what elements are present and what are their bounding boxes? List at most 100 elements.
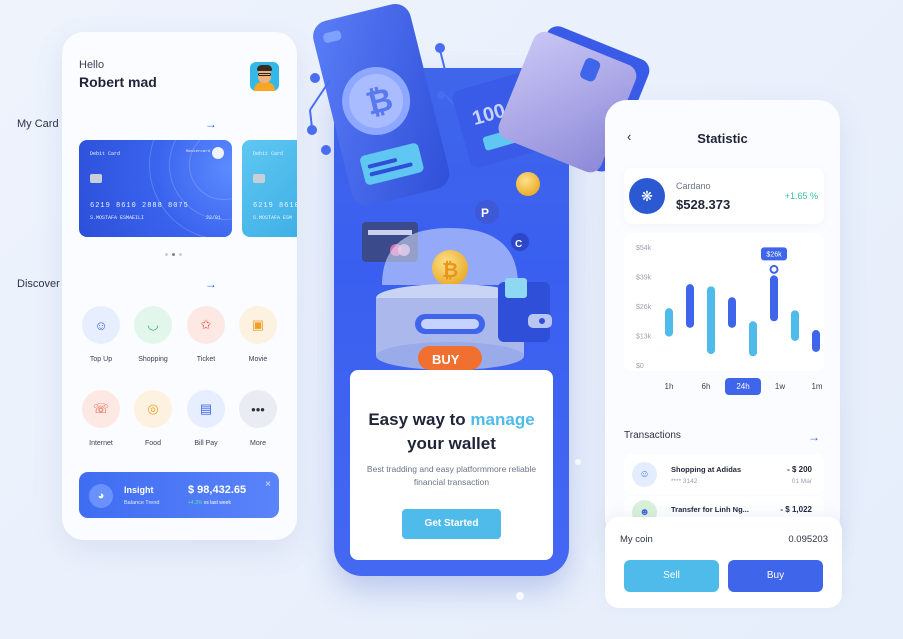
transaction-item[interactable]: ☺ Shopping at Adidas **** 3142 - $ 200 0…	[624, 454, 824, 494]
chart-bar	[707, 286, 715, 355]
pie-chart-icon: ◕	[89, 484, 113, 508]
transactions-arrow-icon[interactable]: →	[808, 430, 820, 444]
chart-bar	[749, 321, 757, 357]
card-brand: Mastercard	[185, 150, 210, 154]
my-coin-sheet: My coin 0.095203 Sell Buy	[605, 517, 842, 608]
service-label: Bill Pay	[194, 440, 218, 447]
debit-card[interactable]: Debit Card Mastercard 6219 8610 2888 807…	[79, 140, 232, 237]
page-title: Statistic	[697, 131, 748, 146]
card-type: Debit Card	[253, 151, 284, 157]
service-label: Internet	[89, 440, 113, 447]
period-24h[interactable]: 24h	[725, 378, 761, 395]
chart-bar	[665, 308, 673, 337]
cardano-icon: ❋	[629, 178, 665, 214]
movie-camera-icon: ▣	[239, 306, 277, 344]
insight-title: Insight	[124, 485, 154, 495]
transactions-label: Transactions	[624, 430, 681, 441]
service-label: Top Up	[89, 356, 113, 363]
my-card-row: My Card →	[17, 117, 217, 131]
chart-bar	[791, 310, 799, 341]
chart-bar	[812, 330, 820, 352]
transaction-date: 01 Mar	[791, 478, 812, 485]
price-chart-card: $54k $39k $26k $13k $0 $26k	[624, 233, 824, 371]
wallet-face-icon: ☺	[82, 306, 120, 344]
period-1w[interactable]: 1w	[762, 378, 798, 395]
bill-icon: ▤	[187, 390, 225, 428]
subtext: Best tradding and easy platformmore reli…	[366, 464, 537, 487]
y-tick-label: $13k	[636, 334, 652, 341]
ticket-star-icon: ✩	[187, 306, 225, 344]
service-bill-pay[interactable]: ▤ Bill Pay	[184, 390, 228, 447]
service-label: Food	[145, 440, 161, 447]
chart-bar	[686, 284, 694, 328]
service-ticket[interactable]: ✩ Ticket	[184, 306, 228, 363]
service-label: Ticket	[196, 356, 216, 363]
chip-icon	[253, 174, 265, 183]
discover-arrow-icon[interactable]: →	[205, 277, 217, 291]
service-label: Movie	[248, 356, 268, 363]
onboarding-card: Easy way to manage your wallet Best trad…	[350, 370, 553, 560]
insight-card[interactable]: ◕ Insight Balance Trend $ 98,432.65 +4.3…	[79, 472, 279, 518]
period-1h[interactable]: 1h	[651, 378, 687, 395]
service-label: More	[250, 440, 266, 447]
debit-card-second[interactable]: Debit Card 6219 8610 S.MOSTAFA ESM	[242, 140, 297, 237]
wifi-phone-icon: ☏	[82, 390, 120, 428]
buy-button[interactable]: Buy	[728, 560, 823, 592]
service-top-up[interactable]: ☺ Top Up	[79, 306, 123, 363]
card-type: Debit Card	[90, 151, 121, 157]
period-selector: 1h 6h 24h 1w 1m	[651, 378, 836, 395]
y-tick-label: $54k	[636, 245, 652, 252]
chip-icon	[90, 174, 102, 183]
period-6h[interactable]: 6h	[688, 378, 724, 395]
headline-line2: your wallet	[407, 434, 496, 453]
card-logo-icon	[212, 147, 224, 159]
transaction-amount: - $ 1,022	[780, 505, 812, 514]
transaction-item[interactable]: ☻ Transfer for Linh Ng... - $ 1,022	[624, 496, 824, 525]
service-movie[interactable]: ▣ Movie	[236, 306, 280, 363]
transaction-name: Transfer for Linh Ng...	[671, 505, 749, 514]
transaction-name: Shopping at Adidas	[671, 465, 742, 474]
food-location-icon: ◎	[134, 390, 172, 428]
service-shopping[interactable]: ◡ Shopping	[131, 306, 175, 363]
shopping-bag-icon: ◡	[134, 306, 172, 344]
coin-summary[interactable]: ❋ Cardano $528.373 +1.65 %	[624, 168, 824, 224]
price-chart: $54k $39k $26k $13k $0 $26k	[636, 245, 820, 370]
more-dots-icon: •••	[239, 390, 277, 428]
insight-subtitle: Balance Trend	[124, 500, 160, 506]
highlight-point	[769, 264, 779, 274]
card-number: 6219 8610	[253, 202, 297, 210]
card-pager[interactable]	[165, 253, 182, 256]
period-1m[interactable]: 1m	[799, 378, 835, 395]
card-holder: S.MOSTAFA ESM	[253, 215, 293, 221]
my-coin-value: 0.095203	[788, 534, 828, 545]
card-holder: S.MOSTAFA ESMAEILI	[90, 215, 145, 221]
y-tick-label: $39k	[636, 275, 652, 282]
chart-bar	[770, 275, 778, 322]
shopping-icon: ☺	[632, 462, 657, 487]
y-tick-label: $0	[636, 363, 644, 370]
my-card-label: My Card	[17, 118, 59, 130]
service-food[interactable]: ◎ Food	[131, 390, 175, 447]
highlight-label: $26k	[766, 251, 782, 258]
headline: Easy way to manage	[368, 410, 535, 429]
service-label: Shopping	[138, 356, 168, 363]
get-started-button[interactable]: Get Started	[402, 509, 501, 539]
close-icon[interactable]: ×	[265, 479, 271, 490]
card-number: 6219 8610 2888 8075	[90, 202, 189, 210]
sell-button[interactable]: Sell	[624, 560, 719, 592]
card-expiry: 22/01	[205, 215, 221, 221]
avatar[interactable]	[250, 62, 279, 91]
service-internet[interactable]: ☏ Internet	[79, 390, 123, 447]
chart-bar	[728, 297, 736, 328]
coin-price: $528.373	[676, 197, 731, 212]
transactions-row: Transactions →	[624, 430, 820, 444]
insight-value: $ 98,432.65	[188, 484, 247, 496]
my-coin-label: My coin	[620, 534, 653, 545]
discover-label: Discover	[17, 278, 60, 290]
insight-change: +4.3% vs last week	[188, 500, 231, 506]
coin-name: Cardano	[676, 181, 711, 191]
service-more[interactable]: ••• More	[236, 390, 280, 447]
coin-change: +1.65 %	[784, 191, 818, 201]
y-tick-label: $26k	[636, 304, 652, 311]
my-card-arrow-icon[interactable]: →	[205, 117, 217, 131]
